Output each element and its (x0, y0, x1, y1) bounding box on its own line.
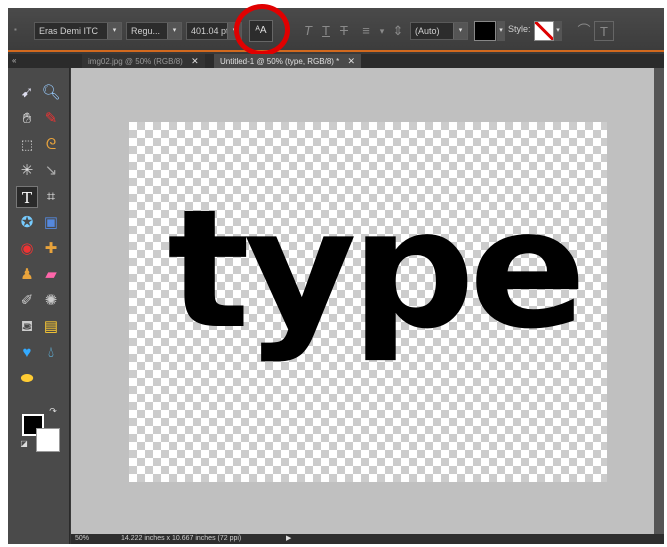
blur-tool-icon[interactable]: 💧︎ (40, 342, 62, 364)
eraser-tool-icon[interactable]: ▰ (40, 264, 62, 286)
highlight-circle (234, 4, 290, 56)
chevron-down-icon[interactable]: ▾ (554, 21, 562, 41)
faux-italic-icon[interactable]: T (298, 21, 318, 41)
document-canvas[interactable]: type (129, 122, 607, 482)
background-color-swatch[interactable] (36, 428, 60, 452)
zoom-level[interactable]: 50% (75, 534, 89, 544)
clone-stamp-tool-icon[interactable]: ♟ (16, 264, 38, 286)
healing-brush-tool-icon[interactable]: ✚ (40, 238, 62, 260)
red-eye-tool-icon[interactable]: ◉ (16, 238, 38, 260)
move-tool-icon[interactable]: ➹ (16, 82, 38, 104)
options-bar: ▪ Eras Demi ITC ▾ Regu... ▾ 401.04 pt ▾ … (8, 4, 664, 56)
chevron-down-icon[interactable]: ▾ (453, 23, 467, 39)
chevron-down-icon[interactable]: ▾ (107, 23, 121, 39)
paint-bucket-tool-icon[interactable]: ⛾ (16, 316, 38, 338)
font-family-value: Eras Demi ITC (39, 26, 99, 36)
font-size-value: 401.04 pt (191, 26, 229, 36)
warp-text-icon[interactable]: ⌒ (574, 21, 594, 41)
font-family-dropdown[interactable]: Eras Demi ITC ▾ (34, 22, 122, 40)
recompose-tool-icon[interactable]: ▣ (40, 212, 62, 234)
tab-label: Untitled-1 @ 50% (type, RGB/8) * (220, 57, 340, 66)
chevron-down-icon[interactable]: ▾ (497, 21, 505, 41)
strikethrough-icon[interactable]: T (334, 21, 354, 41)
document-tabs: « img02.jpg @ 50% (RGB/8) ✕ Untitled-1 @… (8, 54, 664, 68)
editor-window: ▪ Eras Demi ITC ▾ Regu... ▾ 401.04 pt ▾ … (8, 4, 664, 544)
workspace: type (71, 68, 664, 534)
status-bar: 50% 14.222 inches x 10.667 inches (72 pp… (71, 534, 664, 544)
crop-tool-icon[interactable]: ⌗ (40, 186, 62, 208)
font-style-dropdown[interactable]: Regu... ▾ (126, 22, 182, 40)
leading-dropdown[interactable]: (Auto) ▾ (410, 22, 468, 40)
quick-selection-tool-icon[interactable]: ↘ (40, 160, 62, 182)
change-orientation-icon[interactable]: T (594, 21, 614, 41)
close-icon[interactable]: ✕ (191, 56, 199, 66)
sponge-tool-icon[interactable]: ⬬ (16, 368, 38, 390)
cookie-cutter-tool-icon[interactable]: ✪ (16, 212, 38, 234)
status-menu-arrow-icon[interactable]: ▶ (286, 534, 291, 544)
gradient-tool-icon[interactable]: ▤ (40, 316, 62, 338)
text-color-swatch[interactable] (474, 21, 496, 41)
tab-label: img02.jpg @ 50% (RGB/8) (88, 57, 183, 66)
style-swatch[interactable] (534, 21, 554, 41)
tools-panel: ➹ 🔍︎ ✋︎ ✎ ⬚ ᘓ ✳ ↘ T ⌗ ✪ ▣ ◉ ✚ ♟ ▰ ✐ ✺ ⛾ … (8, 68, 70, 544)
lasso-tool-icon[interactable]: ᘓ (40, 134, 62, 156)
panel-grip-icon[interactable]: ▪ (14, 25, 22, 34)
type-layer-text[interactable]: type (167, 174, 587, 365)
tab-untitled-1[interactable]: Untitled-1 @ 50% (type, RGB/8) * ✕ (214, 54, 362, 68)
underline-icon[interactable]: T (316, 21, 336, 41)
leading-icon[interactable]: ⇕ (388, 21, 408, 41)
type-tool-icon[interactable]: T (16, 186, 38, 208)
eyedropper-tool-icon[interactable]: ✎ (40, 108, 62, 130)
leading-value: (Auto) (415, 26, 440, 36)
tab-img02[interactable]: img02.jpg @ 50% (RGB/8) ✕ (82, 54, 205, 68)
brush-tool-icon[interactable]: ✐ (16, 290, 38, 312)
collapse-panel-icon[interactable]: « (12, 54, 16, 68)
chevron-down-icon[interactable]: ▾ (167, 23, 181, 39)
custom-shape-tool-icon[interactable]: ♥ (16, 342, 38, 364)
style-label: Style: (508, 24, 531, 34)
vertical-scrollbar[interactable] (654, 68, 664, 534)
magic-wand-tool-icon[interactable]: ✳ (16, 160, 38, 182)
smart-brush-tool-icon[interactable]: ✺ (40, 290, 62, 312)
swap-colors-icon[interactable]: ↷ (46, 404, 60, 418)
hand-tool-icon[interactable]: ✋︎ (16, 108, 38, 130)
font-style-value: Regu... (131, 26, 161, 36)
default-colors-icon[interactable]: ◪ (18, 438, 30, 450)
zoom-tool-icon[interactable]: 🔍︎ (40, 82, 62, 104)
close-icon[interactable]: ✕ (348, 56, 356, 66)
marquee-tool-icon[interactable]: ⬚ (16, 134, 38, 156)
document-info: 14.222 inches x 10.667 inches (72 ppi) (121, 535, 242, 542)
